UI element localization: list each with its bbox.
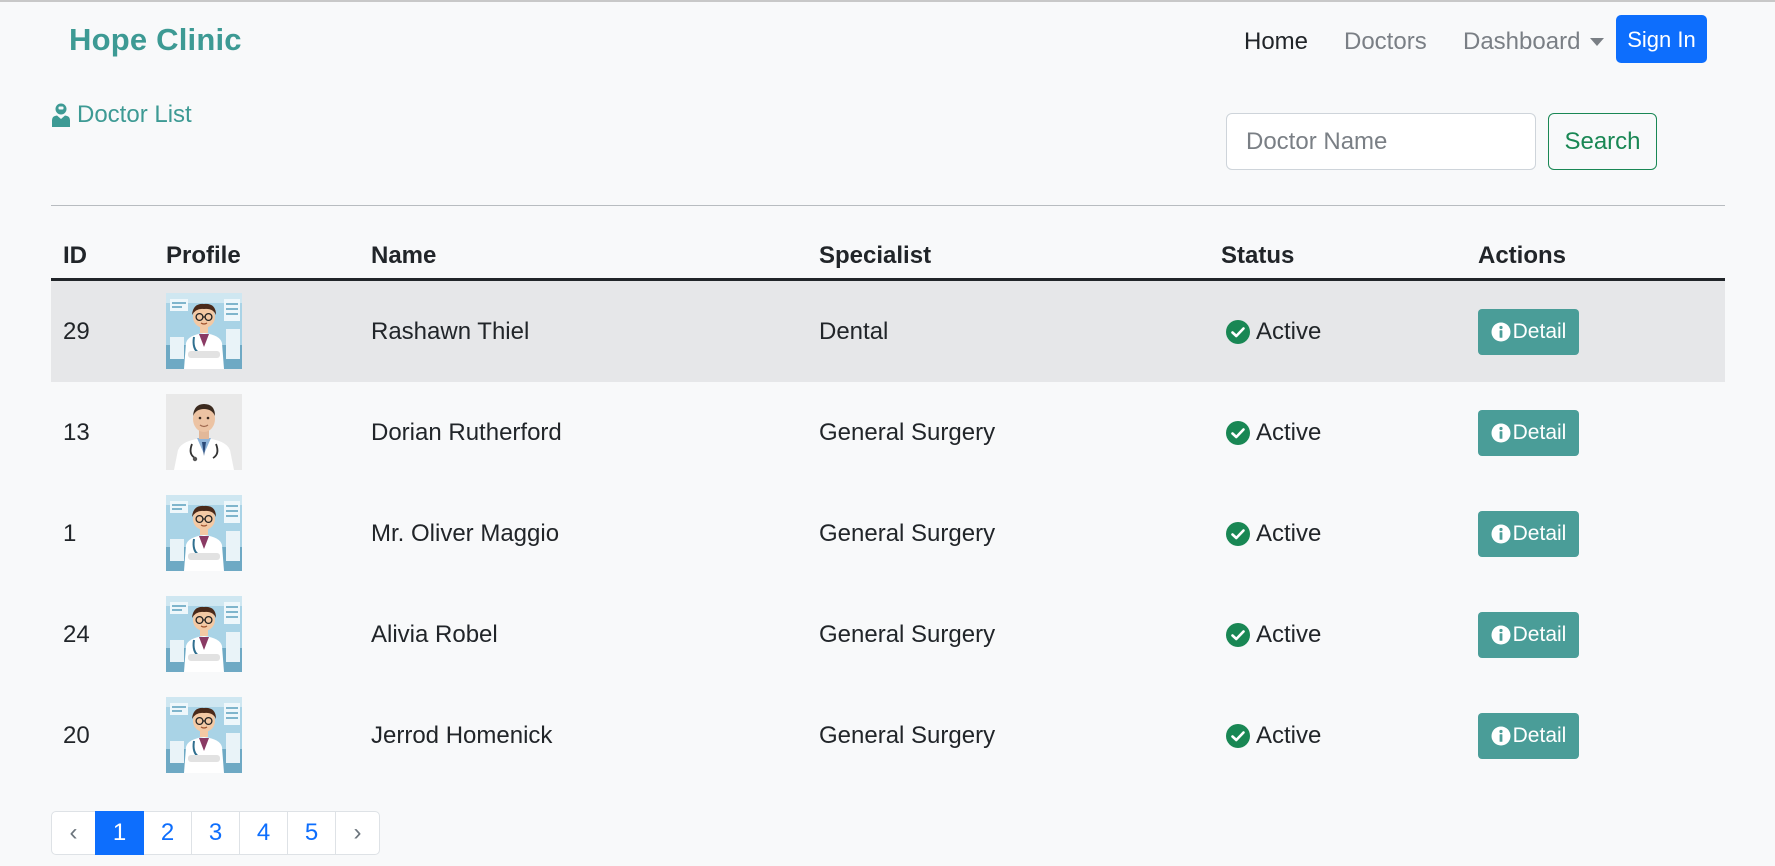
brand-logo[interactable]: Hope Clinic <box>69 22 242 58</box>
detail-button[interactable]: Detail <box>1478 410 1579 456</box>
table-body: 29 Rashawn Thiel Dental Active Detail 13 <box>51 281 1725 786</box>
doctor-avatar <box>166 293 242 369</box>
pagination-prev[interactable]: ‹ <box>51 811 96 855</box>
doctor-specialist: General Surgery <box>819 520 996 547</box>
doctor-id: 24 <box>63 621 90 648</box>
column-header-name: Name <box>371 242 437 269</box>
doctor-id: 29 <box>63 318 90 345</box>
info-icon <box>1491 625 1511 645</box>
page-title-text: Doctor List <box>77 101 192 128</box>
info-icon <box>1491 726 1511 746</box>
detail-button-label: Detail <box>1512 623 1567 646</box>
status-badge: Active <box>1226 722 1321 750</box>
doctor-icon <box>52 103 70 127</box>
doctor-name: Jerrod Homenick <box>371 722 553 749</box>
pagination-page-1[interactable]: 1 <box>95 811 144 855</box>
column-header-specialist: Specialist <box>819 242 932 269</box>
check-circle-icon <box>1226 623 1250 647</box>
column-header-actions: Actions <box>1478 242 1567 269</box>
doctor-id: 20 <box>63 722 90 749</box>
column-header-status: Status <box>1221 242 1295 269</box>
pagination: ‹ 1 2 3 4 5 › <box>51 811 380 855</box>
status-text: Active <box>1256 318 1322 345</box>
doctor-avatar <box>166 697 242 773</box>
navbar: Hope Clinic Home Doctors Dashboard Sign … <box>0 2 1775 82</box>
doctor-specialist: General Surgery <box>819 722 996 749</box>
nav-home-link[interactable]: Home <box>1244 28 1308 56</box>
status-text: Active <box>1256 419 1322 446</box>
info-icon <box>1491 524 1511 544</box>
detail-button-label: Detail <box>1512 522 1567 545</box>
detail-button[interactable]: Detail <box>1478 612 1579 658</box>
check-circle-icon <box>1226 320 1250 344</box>
table-row: 29 Rashawn Thiel Dental Active Detail <box>51 281 1725 382</box>
detail-button-label: Detail <box>1512 724 1567 747</box>
doctor-id: 13 <box>63 419 90 446</box>
doctor-name: Dorian Rutherford <box>371 419 562 446</box>
nav-doctors-link[interactable]: Doctors <box>1344 28 1427 56</box>
table-row: 20 Jerrod Homenick General Surgery Activ… <box>51 685 1725 786</box>
doctor-specialist: Dental <box>819 318 889 345</box>
doctor-avatar <box>166 394 242 470</box>
pagination-page-5[interactable]: 5 <box>287 811 336 855</box>
info-icon <box>1491 322 1511 342</box>
detail-button[interactable]: Detail <box>1478 309 1579 355</box>
doctor-table: ID Profile Name Specialist Status Action… <box>51 238 1725 786</box>
doctor-specialist: General Surgery <box>819 621 996 648</box>
check-circle-icon <box>1226 522 1250 546</box>
doctor-id: 1 <box>63 520 77 547</box>
status-text: Active <box>1256 621 1322 648</box>
page-title: Doctor List <box>51 101 192 129</box>
status-badge: Active <box>1226 318 1321 346</box>
detail-button[interactable]: Detail <box>1478 713 1579 759</box>
column-header-profile: Profile <box>166 242 241 269</box>
table-row: 1 Mr. Oliver Maggio General Surgery Acti… <box>51 483 1725 584</box>
check-circle-icon <box>1226 421 1250 445</box>
doctor-name: Alivia Robel <box>371 621 498 648</box>
nav-dashboard-dropdown[interactable]: Dashboard <box>1463 28 1580 56</box>
pagination-next[interactable]: › <box>335 811 380 855</box>
pagination-page-4[interactable]: 4 <box>239 811 288 855</box>
pagination-page-3[interactable]: 3 <box>191 811 240 855</box>
table-header: ID Profile Name Specialist Status Action… <box>51 238 1725 281</box>
doctor-name: Rashawn Thiel <box>371 318 530 345</box>
column-header-id: ID <box>63 242 87 269</box>
status-text: Active <box>1256 722 1322 749</box>
detail-button-label: Detail <box>1512 421 1567 444</box>
detail-button-label: Detail <box>1512 320 1567 343</box>
doctor-specialist: General Surgery <box>819 419 996 446</box>
doctor-avatar <box>166 596 242 672</box>
detail-button[interactable]: Detail <box>1478 511 1579 557</box>
doctor-name: Mr. Oliver Maggio <box>371 520 560 547</box>
sign-in-button[interactable]: Sign In <box>1616 15 1707 63</box>
status-badge: Active <box>1226 621 1321 649</box>
divider <box>51 205 1725 206</box>
status-text: Active <box>1256 520 1322 547</box>
chevron-down-icon[interactable] <box>1590 38 1604 46</box>
info-icon <box>1491 423 1511 443</box>
search-button[interactable]: Search <box>1548 113 1657 170</box>
check-circle-icon <box>1226 724 1250 748</box>
table-row: 24 Alivia Robel General Surgery Active D… <box>51 584 1725 685</box>
status-badge: Active <box>1226 419 1321 447</box>
table-row: 13 Dorian Rutherford General Surgery Act… <box>51 382 1725 483</box>
doctor-avatar <box>166 495 242 571</box>
pagination-page-2[interactable]: 2 <box>143 811 192 855</box>
doctor-name-search-input[interactable] <box>1226 113 1536 170</box>
status-badge: Active <box>1226 520 1321 548</box>
